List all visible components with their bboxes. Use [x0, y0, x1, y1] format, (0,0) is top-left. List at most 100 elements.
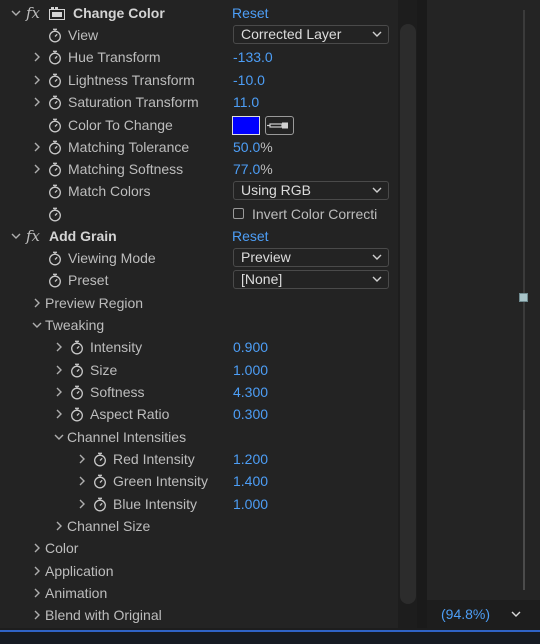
- group-channel-intensities[interactable]: Channel Intensities: [0, 426, 398, 448]
- panel-scrollbar[interactable]: [400, 24, 416, 604]
- property-label: Softness: [90, 384, 145, 400]
- invert-label[interactable]: Invert Color Correcti: [252, 203, 392, 225]
- effect-header-add-grain[interactable]: fx Add Grain Reset: [0, 225, 398, 247]
- reset-link[interactable]: Reset: [232, 2, 269, 24]
- stopwatch-icon[interactable]: [93, 497, 107, 512]
- twirl-open-icon[interactable]: [31, 314, 43, 336]
- twirl-closed-icon[interactable]: [31, 136, 43, 158]
- group-label: Animation: [45, 585, 108, 601]
- stopwatch-icon[interactable]: [48, 251, 62, 266]
- matching-softness-value[interactable]: 77.0%: [233, 158, 273, 180]
- property-label: Matching Softness: [68, 161, 184, 177]
- reset-link[interactable]: Reset: [232, 225, 269, 247]
- stopwatch-icon[interactable]: [70, 340, 84, 355]
- twirl-open-icon[interactable]: [53, 426, 65, 448]
- stopwatch-icon[interactable]: [48, 140, 62, 155]
- twirl-closed-icon[interactable]: [76, 470, 88, 492]
- twirl-open-icon[interactable]: [10, 225, 22, 247]
- stopwatch-icon[interactable]: [70, 407, 84, 422]
- color-swatch[interactable]: [232, 116, 260, 135]
- stopwatch-icon[interactable]: [70, 363, 84, 378]
- property-label: Matching Tolerance: [68, 139, 190, 155]
- group-label: Preview Region: [45, 295, 144, 311]
- chevron-down-icon: [372, 26, 382, 43]
- match-colors-dropdown[interactable]: Using RGB: [233, 181, 389, 200]
- group-label: Channel Intensities: [67, 429, 187, 445]
- stopwatch-icon[interactable]: [48, 95, 62, 110]
- aspect-ratio-value[interactable]: 0.300: [233, 403, 268, 425]
- group-color[interactable]: Color: [0, 537, 398, 559]
- twirl-closed-icon[interactable]: [31, 46, 43, 68]
- twirl-closed-icon[interactable]: [31, 604, 43, 626]
- stopwatch-icon[interactable]: [48, 50, 62, 65]
- property-red-intensity: Red Intensity 1.200: [0, 448, 398, 470]
- twirl-closed-icon[interactable]: [31, 158, 43, 180]
- saturation-value[interactable]: 11.0: [233, 91, 259, 113]
- dropdown-value: Corrected Layer: [241, 26, 342, 42]
- viewing-mode-dropdown[interactable]: Preview: [233, 248, 389, 267]
- group-channel-size[interactable]: Channel Size: [0, 515, 398, 537]
- group-animation[interactable]: Animation: [0, 582, 398, 604]
- zoom-dropdown[interactable]: (94.8%): [435, 603, 523, 625]
- effect-header-change-color[interactable]: fx Change Color Reset: [0, 2, 398, 24]
- fx-icon[interactable]: fx: [26, 2, 40, 24]
- zoom-value: (94.8%): [441, 606, 491, 622]
- twirl-closed-icon[interactable]: [31, 292, 43, 314]
- softness-value[interactable]: 4.300: [233, 381, 268, 403]
- twirl-closed-icon[interactable]: [53, 359, 65, 381]
- stopwatch-icon[interactable]: [48, 73, 62, 88]
- stopwatch-icon[interactable]: [48, 162, 62, 177]
- twirl-open-icon[interactable]: [10, 2, 22, 24]
- panel-divider[interactable]: [417, 0, 427, 628]
- eyedropper-icon[interactable]: [265, 116, 294, 135]
- twirl-closed-icon[interactable]: [53, 381, 65, 403]
- group-blend-with-original[interactable]: Blend with Original: [0, 604, 398, 626]
- effect-name: Add Grain: [49, 228, 117, 244]
- stopwatch-icon[interactable]: [48, 28, 62, 43]
- twirl-closed-icon[interactable]: [31, 69, 43, 91]
- stopwatch-icon[interactable]: [48, 207, 62, 222]
- twirl-closed-icon[interactable]: [31, 560, 43, 582]
- twirl-closed-icon[interactable]: [53, 515, 65, 537]
- twirl-closed-icon[interactable]: [31, 91, 43, 113]
- group-preview-region[interactable]: Preview Region: [0, 292, 398, 314]
- group-label: Blend with Original: [45, 607, 162, 623]
- stopwatch-icon[interactable]: [48, 118, 62, 133]
- preset-dropdown[interactable]: [None]: [233, 270, 389, 289]
- size-value[interactable]: 1.000: [233, 359, 268, 381]
- lightness-value[interactable]: -10.0: [233, 69, 265, 91]
- twirl-closed-icon[interactable]: [76, 448, 88, 470]
- keyframe-marker[interactable]: [519, 293, 528, 302]
- property-label: Intensity: [90, 339, 143, 355]
- stopwatch-icon[interactable]: [70, 385, 84, 400]
- fx-icon[interactable]: fx: [26, 225, 40, 247]
- red-intensity-value[interactable]: 1.200: [233, 448, 268, 470]
- stopwatch-icon[interactable]: [93, 474, 107, 489]
- stopwatch-icon[interactable]: [48, 273, 62, 288]
- stopwatch-icon[interactable]: [48, 184, 62, 199]
- property-hue-transform: Hue Transform -133.0: [0, 46, 398, 68]
- twirl-closed-icon[interactable]: [53, 403, 65, 425]
- twirl-closed-icon[interactable]: [76, 493, 88, 515]
- intensity-value[interactable]: 0.900: [233, 336, 268, 358]
- twirl-closed-icon[interactable]: [53, 336, 65, 358]
- twirl-closed-icon[interactable]: [31, 537, 43, 559]
- group-tweaking[interactable]: Tweaking: [0, 314, 398, 336]
- stopwatch-icon[interactable]: [93, 452, 107, 467]
- view-dropdown[interactable]: Corrected Layer: [233, 25, 389, 44]
- property-blue-intensity: Blue Intensity 1.000: [0, 493, 398, 515]
- hue-value[interactable]: -133.0: [233, 46, 273, 68]
- effect-icon: [49, 7, 65, 20]
- value-unit: %: [260, 161, 273, 177]
- value-number: 77.0: [233, 161, 261, 177]
- property-matching-tolerance: Matching Tolerance 50.0%: [0, 136, 398, 158]
- twirl-closed-icon[interactable]: [31, 582, 43, 604]
- green-intensity-value[interactable]: 1.400: [233, 470, 268, 492]
- bottom-panel-edge: [0, 630, 540, 644]
- property-view: View Corrected Layer: [0, 24, 398, 46]
- group-application[interactable]: Application: [0, 560, 398, 582]
- blue-intensity-value[interactable]: 1.000: [233, 493, 268, 515]
- property-label: Viewing Mode: [68, 250, 156, 266]
- invert-checkbox[interactable]: [233, 208, 244, 219]
- matching-tolerance-value[interactable]: 50.0%: [233, 136, 273, 158]
